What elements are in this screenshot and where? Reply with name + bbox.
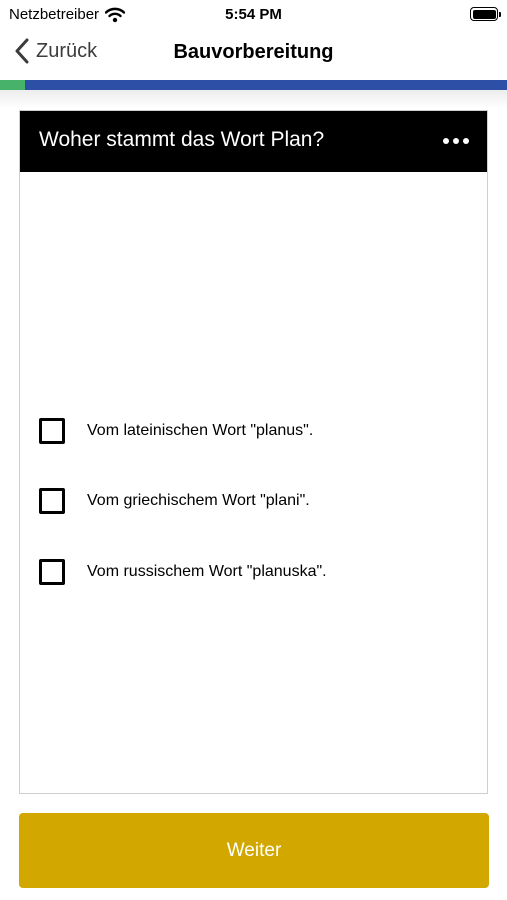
answer-label: Vom russischem Wort "planuska". — [87, 563, 327, 580]
navigation-bar: Zurück Bauvorbereitung — [0, 28, 507, 78]
header-shadow — [0, 90, 507, 108]
status-time: 5:54 PM — [225, 6, 282, 23]
page-title: Bauvorbereitung — [173, 41, 334, 63]
battery-icon — [470, 7, 501, 21]
question-card: Woher stammt das Wort Plan? Vom lateinis… — [19, 110, 488, 794]
progress-bar — [0, 80, 507, 90]
dot — [463, 138, 469, 144]
next-button[interactable]: Weiter — [19, 813, 489, 888]
more-options-icon[interactable] — [443, 133, 469, 149]
status-bar: Netzbetreiber 5:54 PM — [0, 0, 507, 28]
checkbox[interactable] — [39, 418, 65, 444]
checkbox[interactable] — [39, 488, 65, 514]
answer-label: Vom griechischem Wort "plani". — [87, 492, 310, 509]
answer-label: Vom lateinischen Wort "planus". — [87, 422, 314, 439]
progress-fill — [0, 80, 26, 90]
checkbox[interactable] — [39, 559, 65, 585]
answer-option-3[interactable]: Vom russischem Wort "planuska". — [39, 559, 327, 585]
question-header: Woher stammt das Wort Plan? — [20, 111, 487, 172]
answer-option-1[interactable]: Vom lateinischen Wort "planus". — [39, 418, 313, 444]
question-text: Woher stammt das Wort Plan? — [39, 128, 325, 151]
answer-option-2[interactable]: Vom griechischem Wort "plani". — [39, 488, 310, 514]
dot — [453, 138, 459, 144]
dot — [443, 138, 449, 144]
